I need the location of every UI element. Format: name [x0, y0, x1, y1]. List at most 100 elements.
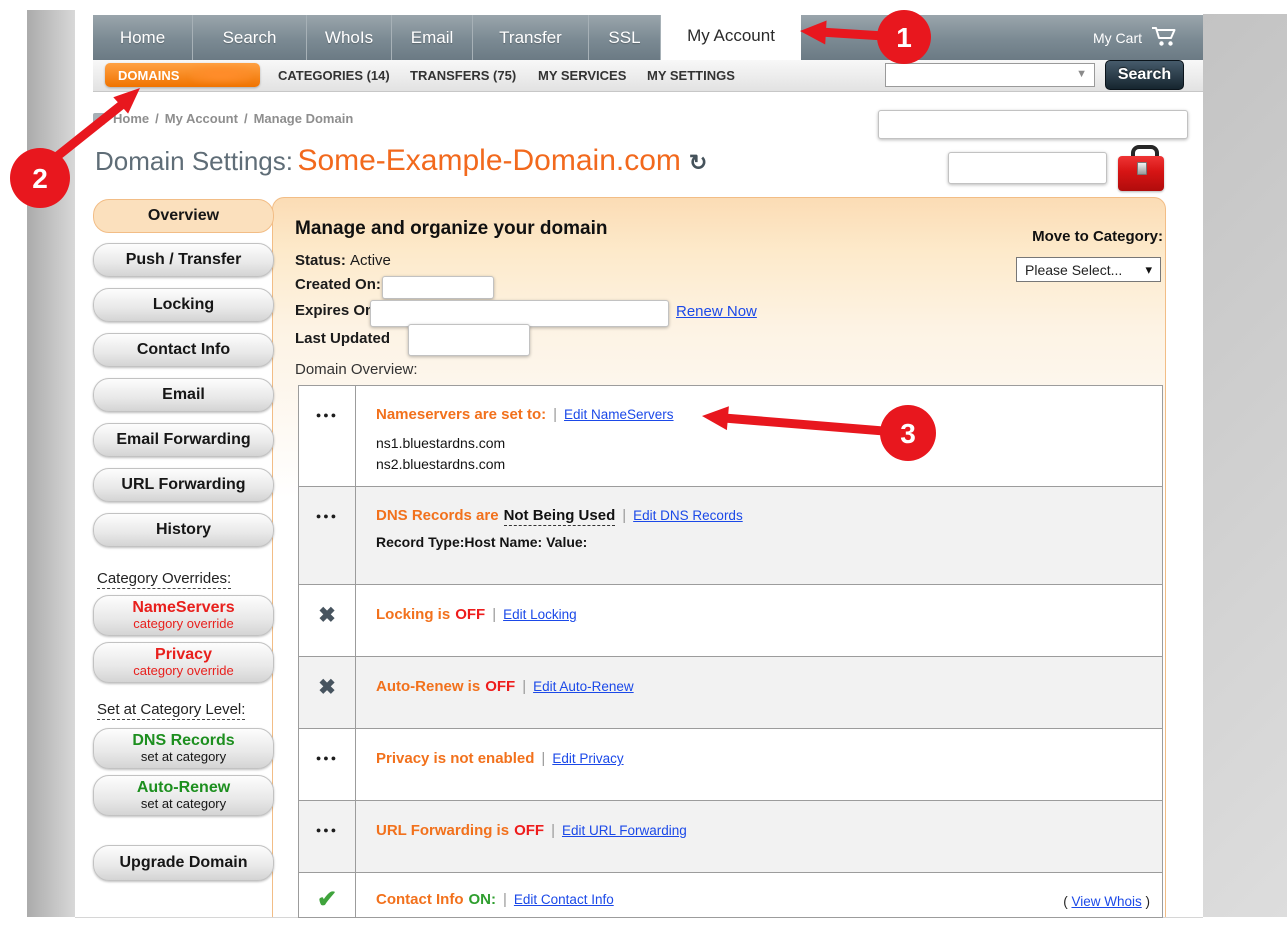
x-icon: ✖ [318, 603, 336, 628]
upgrade-label: Upgrade Domain [119, 855, 247, 872]
chevron-down-icon: ▾ [1145, 262, 1152, 278]
sidebar-label: Overview [148, 208, 219, 225]
toolbox-latch [1137, 162, 1147, 175]
sidebar-item-auto-renew-category[interactable]: Auto-Renew set at category [93, 775, 274, 816]
dots-icon: ●●● [316, 410, 338, 420]
sidebar-label: Push / Transfer [126, 252, 242, 269]
edit-dns-records-link[interactable]: Edit DNS Records [633, 508, 743, 523]
edit-auto-renew-link[interactable]: Edit Auto-Renew [533, 679, 634, 694]
expires-line: Expires On [295, 302, 374, 319]
desktop-background-left [27, 10, 75, 917]
nav-tab-my-account[interactable]: My Account [661, 12, 801, 60]
edit-url-forwarding-link[interactable]: Edit URL Forwarding [562, 823, 687, 838]
sidebar-item-push-transfer[interactable]: Push / Transfer [93, 243, 274, 277]
renew-now-link[interactable]: Renew Now [676, 303, 757, 320]
row-title: Nameservers are set to: [376, 406, 546, 423]
nav-tab-transfer[interactable]: Transfer [473, 15, 589, 60]
breadcrumb: Home / My Account / Manage Domain [93, 111, 353, 126]
search-button[interactable]: Search [1105, 60, 1184, 90]
combobox-dropdown-icon[interactable]: ▼ [1076, 68, 1087, 80]
override-subtitle: category override [133, 664, 233, 678]
status-line: Status: Active [295, 252, 391, 269]
category-subtitle: set at category [141, 750, 226, 764]
section-heading: Manage and organize your domain [295, 218, 608, 240]
table-row-url-forwarding: ●●● URL Forwarding isOFF|Edit URL Forwar… [299, 800, 1162, 872]
sub-navbar: DOMAINS CATEGORIES (14) TRANSFERS (75) M… [93, 60, 1203, 92]
redaction-smudge [190, 66, 252, 83]
move-to-category-label: Move to Category: [1032, 228, 1163, 245]
home-icon [93, 113, 105, 125]
sidebar-label: Locking [153, 297, 214, 314]
title-prefix: Domain Settings: [95, 146, 293, 176]
row-title: Privacy is not enabled [376, 750, 534, 767]
table-row-dns-records: ●●● DNS Records areNot Being Used|Edit D… [299, 486, 1162, 584]
redacted-field [948, 152, 1107, 184]
edit-locking-link[interactable]: Edit Locking [503, 607, 577, 622]
view-whois-link[interactable]: View Whois [1071, 894, 1141, 909]
subnav-my-services[interactable]: MY SERVICES [538, 68, 626, 83]
separator: | [492, 606, 496, 623]
domains-label: DOMAINS [118, 68, 179, 83]
sidebar-label: Contact Info [137, 342, 230, 359]
page: Home Search WhoIs Email Transfer SSL My … [75, 10, 1203, 918]
separator: | [551, 822, 555, 839]
domain-overview-label: Domain Overview: [295, 361, 418, 378]
upgrade-domain-button[interactable]: Upgrade Domain [93, 845, 274, 881]
row-status: OFF [514, 822, 544, 839]
sidebar-label: Email Forwarding [116, 432, 250, 449]
toolbox-icon[interactable] [1118, 144, 1166, 196]
category-overrides-label: Category Overrides: [97, 570, 231, 587]
row-status: OFF [485, 678, 515, 695]
sidebar-item-dns-records-category[interactable]: DNS Records set at category [93, 728, 274, 769]
last-updated-line: Last Updated [295, 330, 390, 347]
sidebar-label: URL Forwarding [121, 477, 245, 494]
separator: | [553, 406, 557, 423]
sidebar-item-nameservers-override[interactable]: NameServers category override [93, 595, 274, 636]
dots-icon: ●●● [316, 511, 338, 521]
domain-search-combobox[interactable]: ▼ [885, 63, 1095, 87]
nav-tab-search[interactable]: Search [193, 15, 307, 60]
subnav-categories[interactable]: CATEGORIES (14) [278, 68, 390, 83]
edit-privacy-link[interactable]: Edit Privacy [552, 751, 623, 766]
sidebar-item-history[interactable]: History [93, 513, 274, 547]
my-cart-button[interactable]: My Cart [1093, 15, 1177, 60]
redacted-field [878, 110, 1188, 139]
sidebar-item-contact-info[interactable]: Contact Info [93, 333, 274, 367]
cart-icon [1151, 26, 1177, 50]
desktop-background-right [1203, 14, 1287, 917]
nav-tab-whois[interactable]: WhoIs [307, 15, 392, 60]
table-row-privacy: ●●● Privacy is not enabled|Edit Privacy [299, 728, 1162, 800]
check-icon: ✔ [317, 885, 337, 914]
override-title: Privacy [155, 647, 212, 664]
nameserver-2: ns2.bluestardns.com [376, 454, 1148, 475]
nav-tab-ssl[interactable]: SSL [589, 15, 661, 60]
sidebar-item-email[interactable]: Email [93, 378, 274, 412]
breadcrumb-sep: / [155, 111, 159, 126]
breadcrumb-my-account[interactable]: My Account [165, 111, 238, 126]
sidebar-item-locking[interactable]: Locking [93, 288, 274, 322]
row-status: Not Being Used [504, 507, 616, 526]
sidebar-item-email-forwarding[interactable]: Email Forwarding [93, 423, 274, 457]
edit-nameservers-link[interactable]: Edit NameServers [564, 407, 674, 422]
category-title: Auto-Renew [137, 780, 230, 797]
subnav-transfers[interactable]: TRANSFERS (75) [410, 68, 516, 83]
subnav-my-settings[interactable]: MY SETTINGS [647, 68, 735, 83]
nameserver-1: ns1.bluestardns.com [376, 433, 1148, 454]
category-select-value: Please Select... [1025, 262, 1122, 278]
nav-tab-email[interactable]: Email [392, 15, 473, 60]
top-navbar: Home Search WhoIs Email Transfer SSL My … [93, 15, 1203, 61]
sidebar-item-url-forwarding[interactable]: URL Forwarding [93, 468, 274, 502]
sidebar-item-overview[interactable]: Overview [93, 199, 274, 233]
subnav-domains-button[interactable]: DOMAINS [105, 63, 260, 87]
row-title: Locking is [376, 606, 450, 623]
table-row-contact-info: ✔ Contact InfoON:|Edit Contact Info ( Vi… [299, 872, 1162, 917]
edit-contact-info-link[interactable]: Edit Contact Info [514, 892, 614, 907]
override-subtitle: category override [133, 617, 233, 631]
refresh-icon[interactable]: ↻ [689, 150, 707, 175]
category-select[interactable]: Please Select... ▾ [1016, 257, 1161, 282]
breadcrumb-home[interactable]: Home [113, 111, 149, 126]
redacted-updated-date [408, 324, 530, 356]
sidebar-item-privacy-override[interactable]: Privacy category override [93, 642, 274, 683]
table-row-locking: ✖ Locking isOFF|Edit Locking [299, 584, 1162, 656]
nav-tab-home[interactable]: Home [93, 15, 193, 60]
